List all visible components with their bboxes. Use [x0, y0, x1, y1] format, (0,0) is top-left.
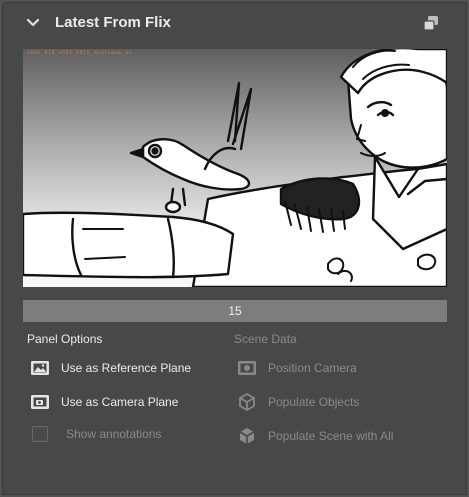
- use-as-reference-plane-label: Use as Reference Plane: [61, 361, 192, 375]
- scene-data-heading: Scene Data: [234, 332, 297, 346]
- position-camera-label: Position Camera: [268, 361, 357, 375]
- panel-options-heading: Panel Options: [27, 332, 103, 346]
- storyboard-thumbnail[interactable]: shot_010_v002_0015_dialogue_sc: [23, 49, 447, 287]
- show-annotations-label: Show annotations: [66, 427, 162, 441]
- position-camera-icon: [236, 357, 258, 379]
- populate-objects-button[interactable]: Populate Objects: [236, 391, 359, 413]
- populate-objects-label: Populate Objects: [268, 395, 360, 409]
- show-annotations-toggle[interactable]: Show annotations: [32, 423, 161, 445]
- image-plane-icon: [29, 357, 51, 379]
- use-as-camera-plane-label: Use as Camera Plane: [61, 395, 179, 409]
- populate-scene-with-all-label: Populate Scene with All: [268, 429, 394, 443]
- storyboard-sketch: [23, 49, 447, 287]
- use-as-reference-plane-button[interactable]: Use as Reference Plane: [29, 357, 191, 379]
- populate-scene-with-all-button[interactable]: Populate Scene with All: [236, 425, 393, 447]
- cube-icon: [236, 425, 258, 447]
- position-camera-button[interactable]: Position Camera: [236, 357, 357, 379]
- panel-header: Latest From Flix: [3, 3, 466, 43]
- panel-title: Latest From Flix: [55, 14, 171, 31]
- use-as-camera-plane-button[interactable]: Use as Camera Plane: [29, 391, 178, 413]
- camera-plane-icon: [29, 391, 51, 413]
- popout-window-icon[interactable]: [422, 14, 440, 32]
- show-annotations-checkbox[interactable]: [32, 423, 50, 445]
- chevron-down-icon[interactable]: [25, 15, 41, 31]
- flix-panel: Latest From Flix shot_010_v002_0015_dial…: [2, 2, 467, 495]
- cube-icon: [236, 391, 258, 413]
- frame-number-bar[interactable]: 15: [23, 300, 447, 322]
